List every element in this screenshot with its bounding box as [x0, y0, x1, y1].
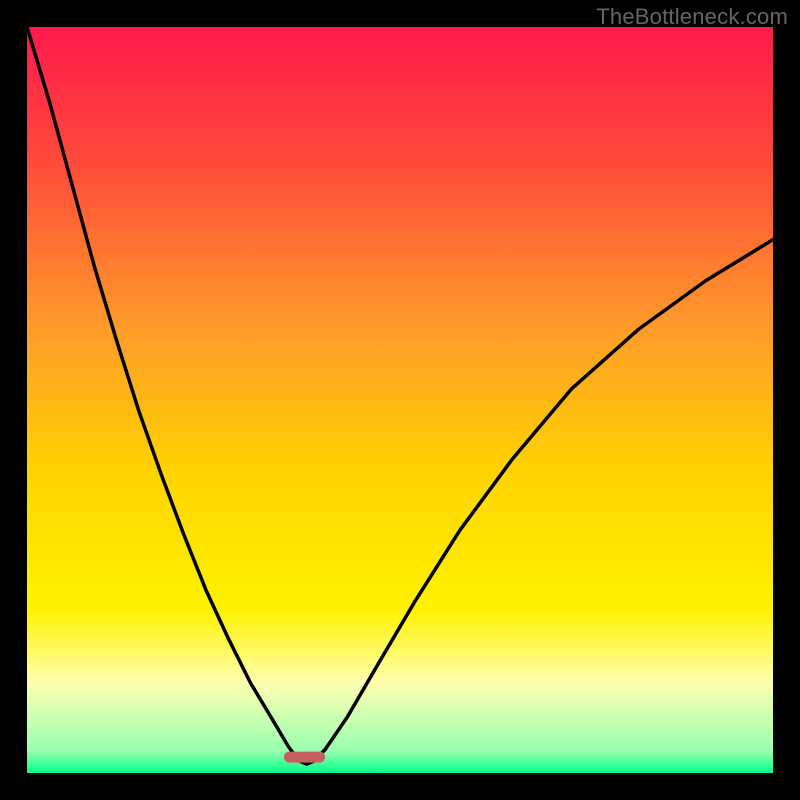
plot-area: [27, 27, 773, 773]
watermark-text: TheBottleneck.com: [596, 4, 788, 30]
chart-frame: TheBottleneck.com: [0, 0, 800, 800]
chart-svg: [27, 27, 773, 773]
chart-background: [27, 27, 773, 773]
minimum-marker: [284, 752, 325, 763]
